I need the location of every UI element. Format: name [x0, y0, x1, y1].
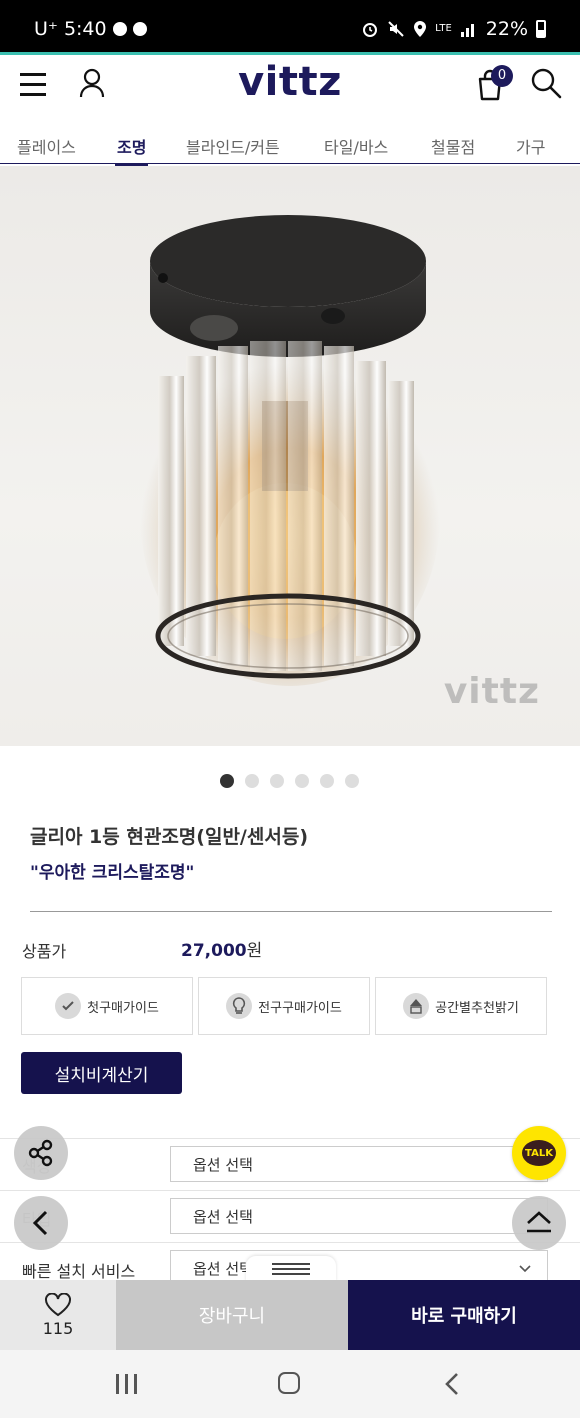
installation-cost-calculator-button[interactable]: 설치비계산기	[21, 1052, 182, 1094]
check-icon	[55, 993, 82, 1019]
first-purchase-guide-button[interactable]: 첫구매가이드	[21, 977, 193, 1035]
home-icon[interactable]	[278, 1372, 300, 1394]
page-dot-4[interactable]	[295, 774, 309, 788]
chevron-down-icon	[519, 1265, 531, 1273]
status-right: LTE 22%	[361, 18, 546, 40]
tab-tile-bath[interactable]: 타일/바스	[324, 134, 388, 158]
carrier-label: U⁺	[34, 18, 58, 40]
heart-icon	[45, 1292, 71, 1316]
site-header: vittz 0	[0, 55, 580, 120]
kakao-talk-label: TALK	[522, 1140, 556, 1166]
purchase-action-bar: 115 장바구니 바로 구매하기	[0, 1280, 580, 1350]
price: 27,000원	[181, 936, 262, 961]
option-divider	[0, 1138, 580, 1139]
chevron-left-icon	[32, 1210, 48, 1236]
page-dot-1[interactable]	[220, 774, 234, 788]
chevron-up-icon	[527, 1211, 551, 1233]
option-divider	[0, 1190, 580, 1191]
tab-furniture[interactable]: 가구	[516, 134, 545, 158]
back-icon[interactable]	[444, 1372, 460, 1396]
scroll-top-button[interactable]	[512, 1196, 566, 1250]
price-value: 27,000	[181, 941, 247, 961]
page-dot-3[interactable]	[270, 774, 284, 788]
option-value: 옵션 선택	[193, 1155, 253, 1174]
battery-icon	[536, 20, 546, 38]
lamp-illustration	[140, 215, 440, 686]
notification-icon-2	[132, 22, 147, 36]
room-brightness-guide-button[interactable]: 공간별추천밝기	[375, 977, 547, 1035]
bulb-purchase-guide-button[interactable]: 전구구매가이드	[198, 977, 370, 1035]
share-button[interactable]	[14, 1126, 68, 1180]
cart-count-badge: 0	[491, 65, 513, 87]
tab-hardware[interactable]: 철물점	[431, 134, 475, 158]
tab-lighting[interactable]: 조명	[114, 134, 149, 166]
tab-place[interactable]: 플레이스	[17, 134, 76, 158]
tab-blind-curtain[interactable]: 블라인드/커튼	[186, 134, 280, 158]
search-icon[interactable]	[530, 67, 562, 99]
status-bar: U⁺ 5:40 LTE 22%	[0, 0, 580, 52]
signal-icon	[460, 24, 474, 37]
battery-percent: 22%	[485, 18, 528, 40]
status-left: U⁺ 5:40	[34, 18, 147, 40]
alarm-icon	[363, 23, 378, 37]
option-label-quick-install: 빠른 설치 서비스	[22, 1262, 136, 1281]
product-image[interactable]: vittz	[0, 166, 580, 746]
divider	[30, 911, 552, 912]
category-tabs: 플레이스 조명 블라인드/커튼 타일/바스 철물점 가구	[0, 120, 580, 166]
buy-now-button[interactable]: 바로 구매하기	[348, 1280, 580, 1350]
recent-apps-icon[interactable]	[116, 1374, 138, 1394]
guide-label: 전구구매가이드	[258, 1000, 342, 1016]
lamp-icon	[403, 993, 430, 1019]
product-subtitle: "우아한 크리스탈조명"	[30, 863, 195, 883]
system-navigation-bar	[0, 1350, 580, 1418]
page-dot-6[interactable]	[345, 774, 359, 788]
like-button[interactable]: 115	[0, 1280, 116, 1350]
notification-icon	[112, 22, 127, 36]
location-icon	[414, 21, 427, 37]
clock: 5:40	[63, 18, 107, 40]
image-watermark: vittz	[443, 671, 540, 712]
like-count: 115	[42, 1318, 74, 1338]
color-option-select[interactable]: 옵션 선택	[170, 1146, 548, 1182]
guide-label: 공간별추천밝기	[435, 1000, 519, 1016]
network-label: LTE	[435, 23, 452, 34]
bottom-sheet-handle[interactable]	[246, 1256, 336, 1282]
price-unit: 원	[246, 941, 263, 961]
product-title: 글리아 1등 현관조명(일반/센서등)	[30, 826, 308, 848]
add-to-cart-button[interactable]: 장바구니	[116, 1280, 348, 1350]
type-option-select[interactable]: 옵션 선택	[170, 1198, 548, 1234]
share-icon	[28, 1139, 53, 1167]
page-dot-2[interactable]	[245, 774, 259, 788]
kakao-talk-button[interactable]: TALK	[512, 1126, 566, 1180]
back-button[interactable]	[14, 1196, 68, 1250]
option-value: 옵션 선택	[193, 1207, 253, 1226]
mute-icon	[388, 21, 404, 37]
option-divider	[0, 1242, 580, 1243]
option-value: 옵션 선택	[193, 1259, 253, 1278]
image-pagination	[220, 774, 359, 788]
page-dot-5[interactable]	[320, 774, 334, 788]
guide-label: 첫구매가이드	[87, 1000, 159, 1016]
bulb-icon	[226, 993, 253, 1019]
guide-buttons: 첫구매가이드 전구구매가이드 공간별추천밝기	[21, 977, 547, 1035]
price-label: 상품가	[22, 942, 67, 961]
